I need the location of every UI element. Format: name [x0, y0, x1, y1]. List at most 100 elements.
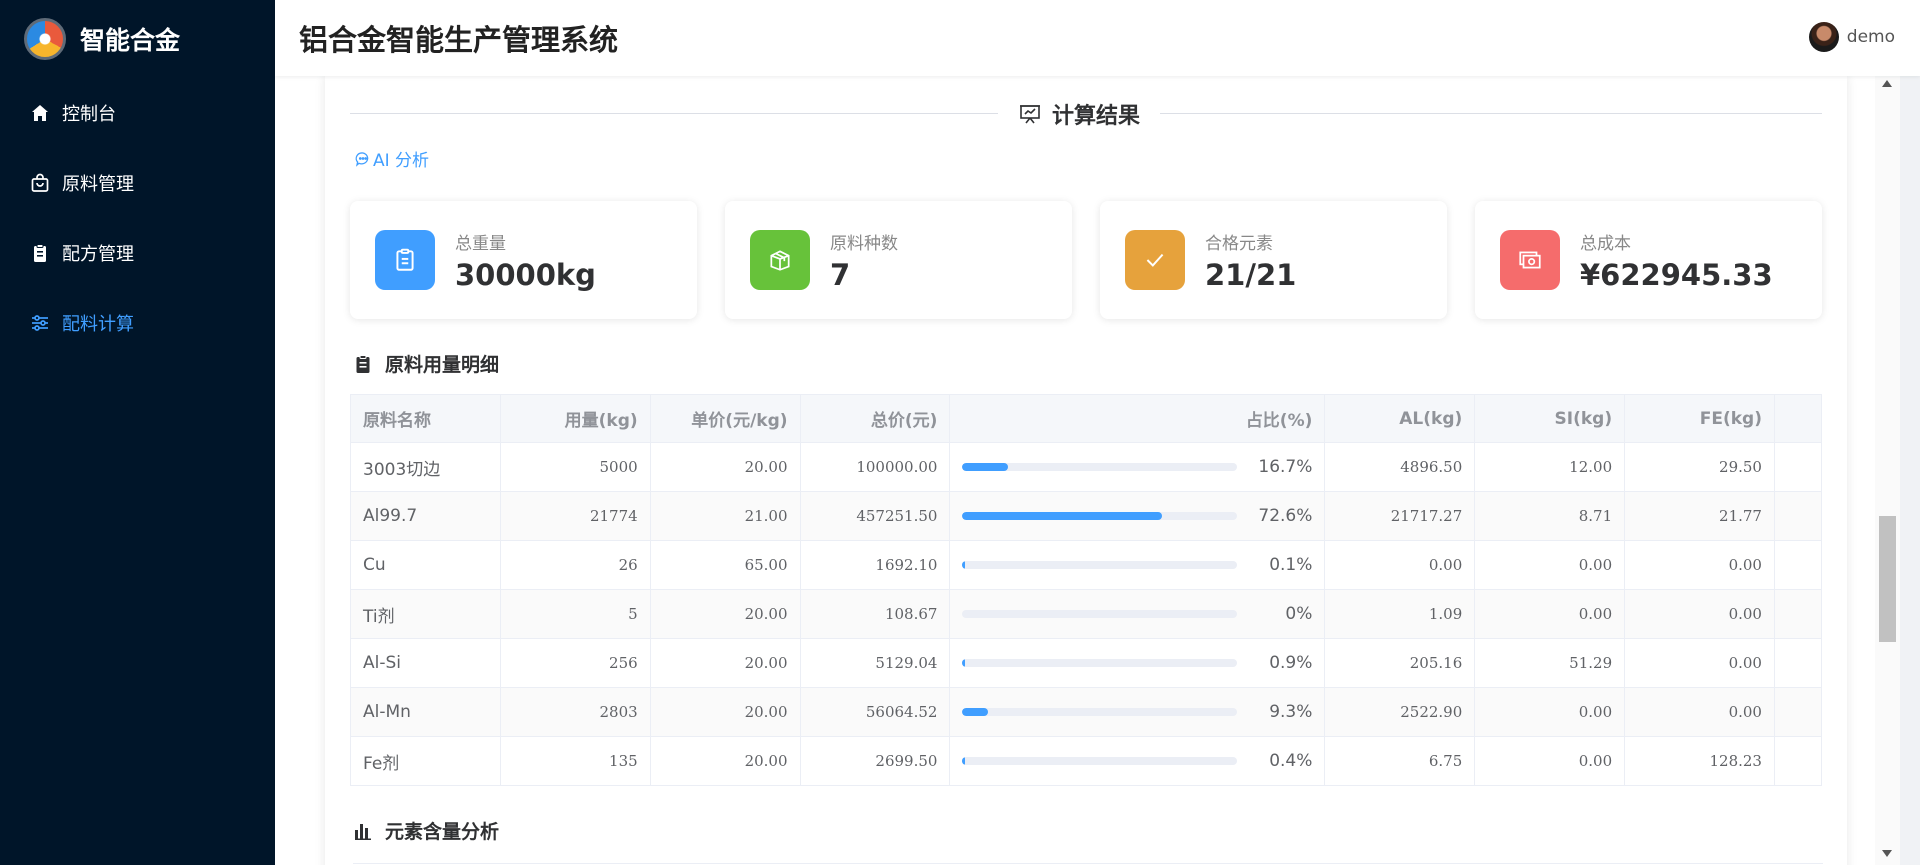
progress-bar-fill: [962, 708, 988, 716]
material-name: Al-Si: [350, 638, 501, 688]
material-fe: 21.77: [1624, 491, 1775, 541]
result-card: 计算结果 AI 分析 总重量 30000kg 原料种数 7 合格元素 21/21…: [325, 76, 1847, 865]
row-spacer: [1774, 589, 1823, 639]
material-price: 20.00: [650, 638, 801, 688]
table-row[interactable]: Ti剂 5 20.00 108.67 0% 1.09 0.00 0.00: [350, 589, 1823, 639]
clipboard-icon: [356, 354, 370, 373]
material-name: 3003切边: [350, 442, 501, 492]
material-fe: 128.23: [1624, 736, 1775, 786]
user-name[interactable]: demo: [1847, 27, 1895, 47]
column-header[interactable]: AL(kg): [1324, 394, 1476, 443]
column-header[interactable]: SI(kg): [1474, 394, 1626, 443]
chat-icon: [355, 151, 369, 167]
stat-material-count: 原料种数 7: [725, 201, 1072, 319]
material-percent: 72.6%: [1258, 506, 1313, 526]
material-qty: 5000: [500, 442, 651, 492]
ai-analysis-link[interactable]: AI 分析: [355, 146, 429, 171]
material-total: 5129.04: [800, 638, 951, 688]
material-fe: 29.50: [1624, 442, 1775, 492]
sidebar-item-formula[interactable]: 配方管理: [0, 218, 275, 288]
presentation-icon: [1020, 105, 1040, 124]
table-row[interactable]: 3003切边 5000 20.00 100000.00 16.7% 4896.50 12.0…: [350, 442, 1823, 492]
column-header[interactable]: FE(kg): [1624, 394, 1775, 443]
material-al: 0.00: [1324, 540, 1476, 590]
material-percent: 0.9%: [1269, 653, 1313, 673]
material-percent: 0%: [1285, 604, 1313, 624]
stat-label: 总重量: [455, 233, 506, 254]
material-total: 2699.50: [800, 736, 951, 786]
material-name: Fe剂: [350, 736, 501, 786]
table-row[interactable]: Al-Si 256 20.00 5129.04 0.9% 205.16 51.29 0.00: [350, 638, 1823, 688]
table-row[interactable]: Cu 26 65.00 1692.10 0.1% 0.00 0.00 0.00: [350, 540, 1823, 590]
row-spacer: [1774, 687, 1823, 737]
materials-section-title: 原料用量明细: [353, 350, 499, 377]
sidebar-item-label: 控制台: [62, 104, 116, 125]
material-price: 20.00: [650, 687, 801, 737]
material-qty: 21774: [500, 491, 651, 541]
row-spacer: [1774, 638, 1823, 688]
material-si: 51.29: [1474, 638, 1626, 688]
bar-chart-icon: [355, 823, 371, 840]
material-al: 4896.50: [1324, 442, 1476, 492]
material-si: 0.00: [1474, 687, 1626, 737]
material-name: Cu: [350, 540, 501, 590]
material-percent-cell: 0.4%: [949, 736, 1326, 786]
stat-total-cost: 总成本 ¥622945.33: [1475, 201, 1822, 319]
material-si: 0.00: [1474, 736, 1626, 786]
sidebar-item-label: 配料计算: [62, 314, 134, 335]
scroll-up-arrow-icon[interactable]: [1882, 80, 1892, 87]
user-menu[interactable]: demo: [1808, 22, 1895, 52]
scroll-down-arrow-icon[interactable]: [1882, 850, 1892, 857]
logo-text: 智能合金: [80, 26, 181, 55]
row-spacer: [1774, 736, 1823, 786]
material-name: Al99.7: [350, 491, 501, 541]
column-header[interactable]: 占比(%): [949, 394, 1326, 443]
progress-bar: [962, 757, 1238, 765]
sidebar: 智能合金 控制台 原料管理 配方管理 配料计算: [0, 0, 275, 865]
column-header[interactable]: 总价(元): [800, 394, 951, 443]
material-si: 12.00: [1474, 442, 1626, 492]
material-percent-cell: 9.3%: [949, 687, 1326, 737]
avatar[interactable]: [1808, 22, 1839, 52]
progress-bar: [962, 561, 1238, 569]
table-row[interactable]: Fe剂 135 20.00 2699.50 0.4% 6.75 0.00 128.23: [350, 736, 1823, 786]
material-si: 0.00: [1474, 540, 1626, 590]
progress-bar-fill: [962, 512, 1163, 520]
sliders-icon: [30, 313, 50, 333]
column-header-spacer: [1774, 394, 1823, 443]
column-header[interactable]: 用量(kg): [500, 394, 651, 443]
material-total: 56064.52: [800, 687, 951, 737]
money-icon: [1500, 230, 1560, 290]
material-fe: 0.00: [1624, 638, 1775, 688]
material-percent: 0.4%: [1269, 751, 1313, 771]
scrollbar[interactable]: [1875, 76, 1900, 865]
progress-bar-fill: [962, 561, 966, 569]
material-al: 1.09: [1324, 589, 1476, 639]
column-header[interactable]: 单价(元/kg): [650, 394, 801, 443]
table-row[interactable]: Al99.7 21774 21.00 457251.50 72.6% 21717.27 8.…: [350, 491, 1823, 541]
scrollbar-thumb[interactable]: [1879, 516, 1896, 642]
sidebar-item-dashboard[interactable]: 控制台: [0, 78, 275, 148]
stat-value: ¥622945.33: [1580, 257, 1773, 292]
row-spacer: [1774, 491, 1823, 541]
stat-value: 30000kg: [455, 257, 596, 292]
column-header[interactable]: 原料名称: [350, 394, 501, 443]
table-header-row: 原料名称 用量(kg) 单价(元/kg) 总价(元) 占比(%) AL(kg) …: [350, 394, 1823, 443]
material-total: 457251.50: [800, 491, 951, 541]
sidebar-item-calculation[interactable]: 配料计算: [0, 288, 275, 358]
table-row[interactable]: Al-Mn 2803 20.00 56064.52 9.3% 2522.90 0.00 0.0…: [350, 687, 1823, 737]
material-percent-cell: 0.1%: [949, 540, 1326, 590]
logo[interactable]: 智能合金: [0, 0, 275, 78]
progress-bar-fill: [962, 757, 966, 765]
page-title: 铝合金智能生产管理系统: [299, 23, 619, 57]
material-price: 20.00: [650, 442, 801, 492]
material-price: 20.00: [650, 589, 801, 639]
material-qty: 135: [500, 736, 651, 786]
material-total: 1692.10: [800, 540, 951, 590]
material-percent: 16.7%: [1258, 457, 1313, 477]
shopping-bag-icon: [30, 173, 50, 193]
material-percent: 9.3%: [1269, 702, 1313, 722]
stat-label: 原料种数: [830, 233, 898, 254]
sidebar-item-materials[interactable]: 原料管理: [0, 148, 275, 218]
material-al: 21717.27: [1324, 491, 1476, 541]
